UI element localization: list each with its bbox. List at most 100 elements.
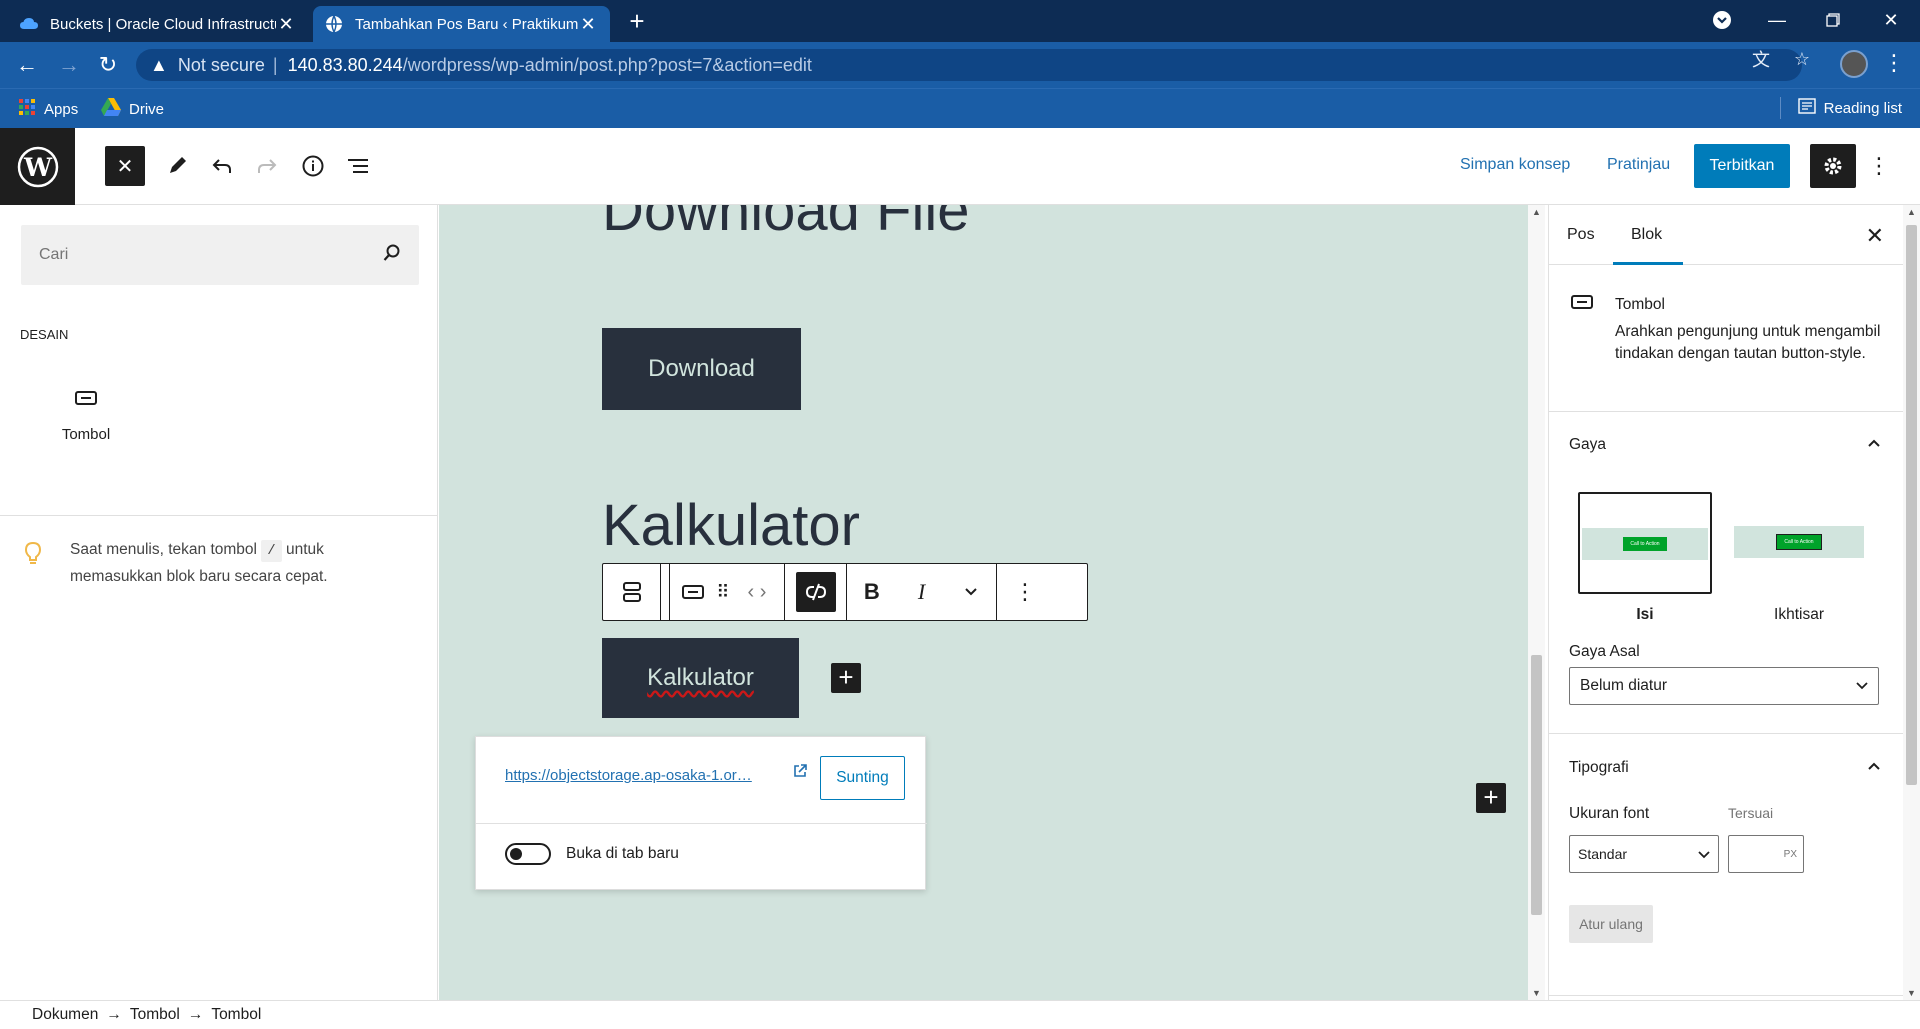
- kalkulator-button-block[interactable]: Kalkulator: [602, 638, 799, 718]
- address-bar[interactable]: ▲ Not secure | 140.83.80.244/wordpress/w…: [136, 49, 1802, 81]
- bookmark-drive[interactable]: Drive: [101, 98, 164, 120]
- bookmark-apps[interactable]: Apps: [18, 98, 78, 120]
- edit-link-button[interactable]: Sunting: [820, 756, 905, 800]
- scroll-up-arrow-icon[interactable]: ▲: [1906, 207, 1917, 217]
- chevron-up-icon[interactable]: [1867, 758, 1881, 776]
- custom-size-label: Tersuai: [1728, 805, 1774, 821]
- chevron-down-icon: [1856, 677, 1868, 695]
- button-block-icon[interactable]: [676, 572, 710, 612]
- chrome-menu-icon[interactable]: ⋮: [1882, 50, 1906, 80]
- more-options-icon[interactable]: ⋮: [1866, 146, 1892, 186]
- sidebar-scrollbar[interactable]: ▲ ▼: [1903, 205, 1920, 1000]
- unlink-icon[interactable]: [795, 572, 836, 612]
- drag-handle-icon[interactable]: ⠿: [710, 572, 736, 612]
- button-block-icon: [1571, 295, 1593, 314]
- button-block-icon: [74, 390, 98, 410]
- divider: [476, 823, 927, 824]
- browser-toolbar: ← → ↻ ▲ Not secure | 140.83.80.244/wordp…: [0, 42, 1920, 88]
- back-icon[interactable]: ←: [12, 50, 42, 80]
- heading-block[interactable]: Download File: [602, 205, 970, 244]
- typography-panel-toggle[interactable]: Tipografi: [1569, 759, 1629, 777]
- scrollbar-thumb[interactable]: [1531, 655, 1542, 915]
- close-tab-icon[interactable]: ✕: [578, 14, 598, 35]
- styles-panel-toggle[interactable]: Gaya: [1569, 436, 1606, 454]
- reading-list-button[interactable]: Reading list: [1797, 98, 1902, 118]
- open-new-tab-toggle[interactable]: [505, 843, 551, 865]
- download-button-block[interactable]: Download: [602, 328, 801, 410]
- tab-block[interactable]: Blok: [1631, 226, 1662, 244]
- more-formatting-chevron-icon[interactable]: [951, 572, 991, 612]
- italic-icon[interactable]: I: [901, 572, 941, 612]
- publish-button[interactable]: Terbitkan: [1694, 144, 1790, 188]
- inserter-block-button[interactable]: Tombol: [40, 390, 132, 480]
- profile-avatar[interactable]: [1840, 50, 1868, 78]
- button-text[interactable]: Kalkulator: [647, 664, 754, 692]
- custom-font-size-input[interactable]: PX: [1728, 835, 1804, 873]
- minimize-icon[interactable]: —: [1754, 0, 1800, 40]
- scroll-down-arrow-icon[interactable]: ▼: [1906, 988, 1917, 998]
- external-link-icon[interactable]: [792, 763, 808, 784]
- undo-icon[interactable]: [202, 146, 242, 186]
- breadcrumb-separator: →: [106, 1006, 122, 1023]
- edit-mode-pencil-icon[interactable]: [157, 146, 197, 186]
- style-option-fill[interactable]: Call to Action: [1578, 492, 1712, 594]
- preview-button[interactable]: Pratinjau: [1607, 156, 1670, 174]
- redo-icon[interactable]: [247, 146, 287, 186]
- select-parent-buttons-icon[interactable]: [612, 572, 652, 612]
- reset-font-size-button[interactable]: Atur ulang: [1569, 905, 1653, 943]
- reload-icon[interactable]: ↻: [93, 50, 123, 80]
- tip-text: Saat menulis, tekan tombol: [70, 541, 257, 558]
- breadcrumb-button[interactable]: Tombol: [211, 1006, 261, 1024]
- toolbar-block-segment: ⠿ ‹ ›: [669, 564, 785, 620]
- close-inserter-button[interactable]: ✕: [105, 146, 145, 186]
- scrollbar-thumb[interactable]: [1906, 225, 1917, 785]
- font-size-select[interactable]: Standar: [1569, 835, 1719, 873]
- save-draft-button[interactable]: Simpan konsep: [1460, 156, 1570, 174]
- bookmark-star-icon[interactable]: ☆: [1791, 48, 1813, 70]
- breadcrumb-document[interactable]: Dokumen: [32, 1006, 98, 1024]
- close-window-icon[interactable]: ✕: [1868, 0, 1914, 40]
- toolbar-link-segment: [785, 564, 847, 620]
- canvas-scrollbar[interactable]: ▲ ▼: [1528, 205, 1545, 1000]
- close-sidebar-icon[interactable]: ✕: [1866, 223, 1884, 249]
- url-host: 140.83.80.244: [287, 54, 403, 75]
- reading-list-icon: [1797, 98, 1816, 118]
- style-label-outline: Ikhtisar: [1774, 606, 1824, 623]
- link-url[interactable]: https://objectstorage.ap-osaka-1.or…: [505, 767, 785, 784]
- tab-title: Tambahkan Pos Baru ‹ Praktikum: [355, 15, 578, 33]
- chevron-down-icon: [1698, 846, 1710, 862]
- close-tab-icon[interactable]: ✕: [276, 14, 296, 35]
- default-style-select[interactable]: Belum diatur: [1569, 667, 1879, 705]
- settings-sidebar: Pos Blok ✕ Tombol Arahkan pengunjung unt…: [1548, 205, 1904, 1000]
- default-style-label: Gaya Asal: [1569, 643, 1640, 660]
- heading-block[interactable]: Kalkulator: [602, 492, 860, 559]
- breadcrumb-buttons[interactable]: Tombol: [130, 1006, 180, 1024]
- new-tab-button[interactable]: +: [622, 6, 652, 36]
- block-search-input[interactable]: Cari: [21, 225, 419, 285]
- bookmarks-divider: [1780, 97, 1781, 119]
- chevron-up-icon[interactable]: [1867, 435, 1881, 453]
- scroll-up-arrow-icon[interactable]: ▲: [1531, 207, 1542, 217]
- browser-tab-wordpress[interactable]: Tambahkan Pos Baru ‹ Praktikum ✕: [313, 6, 610, 42]
- details-info-icon[interactable]: [293, 146, 333, 186]
- url-path: /wordpress/wp-admin/post.php?post=7&acti…: [402, 54, 812, 75]
- forward-icon[interactable]: →: [54, 50, 84, 80]
- wordpress-logo-icon[interactable]: W: [0, 128, 75, 205]
- toolbar-options-segment: ⋮: [997, 564, 1053, 620]
- move-left-right-icon[interactable]: ‹ ›: [736, 572, 778, 612]
- settings-gear-icon[interactable]: [1810, 144, 1856, 188]
- add-block-icon[interactable]: +: [831, 663, 861, 693]
- tab-search-icon[interactable]: [1699, 0, 1745, 40]
- style-option-outline[interactable]: Call to Action: [1732, 492, 1866, 594]
- translate-icon[interactable]: 文: [1750, 48, 1772, 70]
- block-options-icon[interactable]: ⋮: [1005, 572, 1045, 612]
- scroll-down-arrow-icon[interactable]: ▼: [1531, 988, 1542, 998]
- restore-icon[interactable]: [1810, 0, 1856, 40]
- tab-post[interactable]: Pos: [1567, 226, 1595, 244]
- bold-icon[interactable]: B: [852, 572, 892, 612]
- apps-grid-icon: [18, 98, 36, 120]
- list-view-icon[interactable]: [338, 146, 378, 186]
- browser-tab-buckets[interactable]: Buckets | Oracle Cloud Infrastructure ✕: [8, 6, 308, 42]
- add-block-icon[interactable]: +: [1476, 783, 1506, 813]
- toolbar-format-segment: B I: [847, 564, 997, 620]
